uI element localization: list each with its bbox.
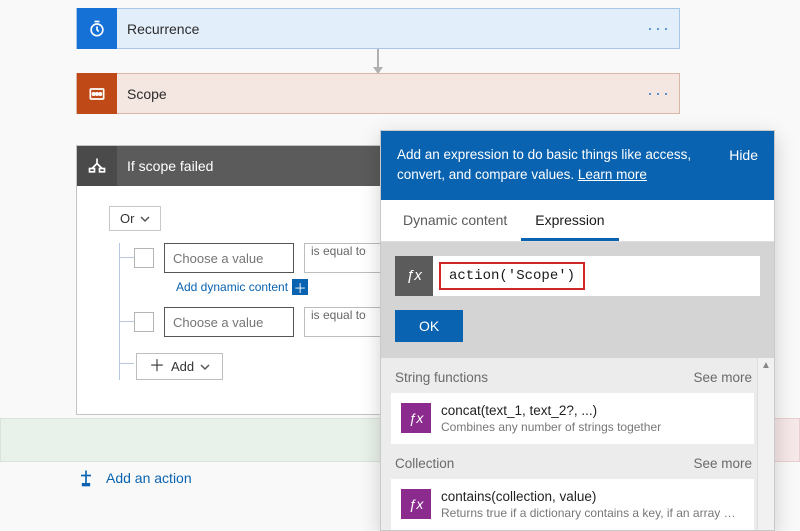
condition-icon xyxy=(77,146,117,186)
row-checkbox[interactable] xyxy=(134,312,154,332)
row-checkbox[interactable] xyxy=(134,248,154,268)
add-action-icon xyxy=(76,468,96,488)
group-label: String functions xyxy=(395,370,488,385)
operator-dropdown[interactable]: Or xyxy=(109,206,161,231)
chevron-down-icon xyxy=(140,214,150,224)
function-signature: contains(collection, value) xyxy=(441,489,741,504)
hide-button[interactable]: Hide xyxy=(729,145,758,186)
recurrence-card[interactable]: Recurrence ··· xyxy=(76,8,680,49)
scope-card[interactable]: Scope ··· xyxy=(76,73,680,114)
function-item[interactable]: ƒx concat(text_1, text_2?, ...) Combines… xyxy=(391,393,754,444)
tab-expression[interactable]: Expression xyxy=(521,200,618,241)
chevron-down-icon xyxy=(200,362,210,372)
recurrence-title: Recurrence xyxy=(117,21,639,37)
value-input[interactable] xyxy=(164,307,294,337)
operator-label: Or xyxy=(120,211,134,226)
group-label: Collection xyxy=(395,456,454,471)
flyout-header-text: Add an expression to do basic things lik… xyxy=(397,147,691,182)
expression-input[interactable]: action('Scope') xyxy=(439,262,585,290)
see-more-link[interactable]: See more xyxy=(693,456,752,471)
add-an-action-button[interactable]: Add an action xyxy=(76,468,192,488)
value-input[interactable] xyxy=(164,243,294,273)
connector-arrow xyxy=(377,49,379,73)
function-description: Combines any number of strings together xyxy=(441,420,661,434)
recurrence-more-icon[interactable]: ··· xyxy=(639,18,679,39)
function-signature: concat(text_1, text_2?, ...) xyxy=(441,403,661,418)
scope-title: Scope xyxy=(117,86,639,102)
function-item[interactable]: ƒx contains(collection, value) Returns t… xyxy=(391,479,754,530)
fx-icon: ƒx xyxy=(401,489,431,519)
recurrence-icon xyxy=(77,8,117,49)
fx-icon: ƒx xyxy=(401,403,431,433)
add-condition-button[interactable]: ＋ Add xyxy=(136,353,223,380)
ok-button[interactable]: OK xyxy=(395,310,463,342)
function-description: Returns true if a dictionary contains a … xyxy=(441,506,741,520)
expression-flyout: Add an expression to do basic things lik… xyxy=(380,130,775,531)
learn-more-link[interactable]: Learn more xyxy=(578,167,647,182)
scope-icon xyxy=(77,73,117,114)
scope-more-icon[interactable]: ··· xyxy=(639,83,679,104)
tab-dynamic-content[interactable]: Dynamic content xyxy=(389,200,521,241)
scrollbar[interactable] xyxy=(757,358,774,530)
function-list: String functions See more ƒx concat(text… xyxy=(381,358,774,530)
flyout-header: Add an expression to do basic things lik… xyxy=(381,131,774,200)
fx-icon: ƒx xyxy=(395,256,433,296)
true-branch-strip xyxy=(0,418,390,462)
dynamic-content-badge-icon: ＋ xyxy=(292,279,308,295)
see-more-link[interactable]: See more xyxy=(693,370,752,385)
flyout-tabs: Dynamic content Expression xyxy=(381,200,774,242)
